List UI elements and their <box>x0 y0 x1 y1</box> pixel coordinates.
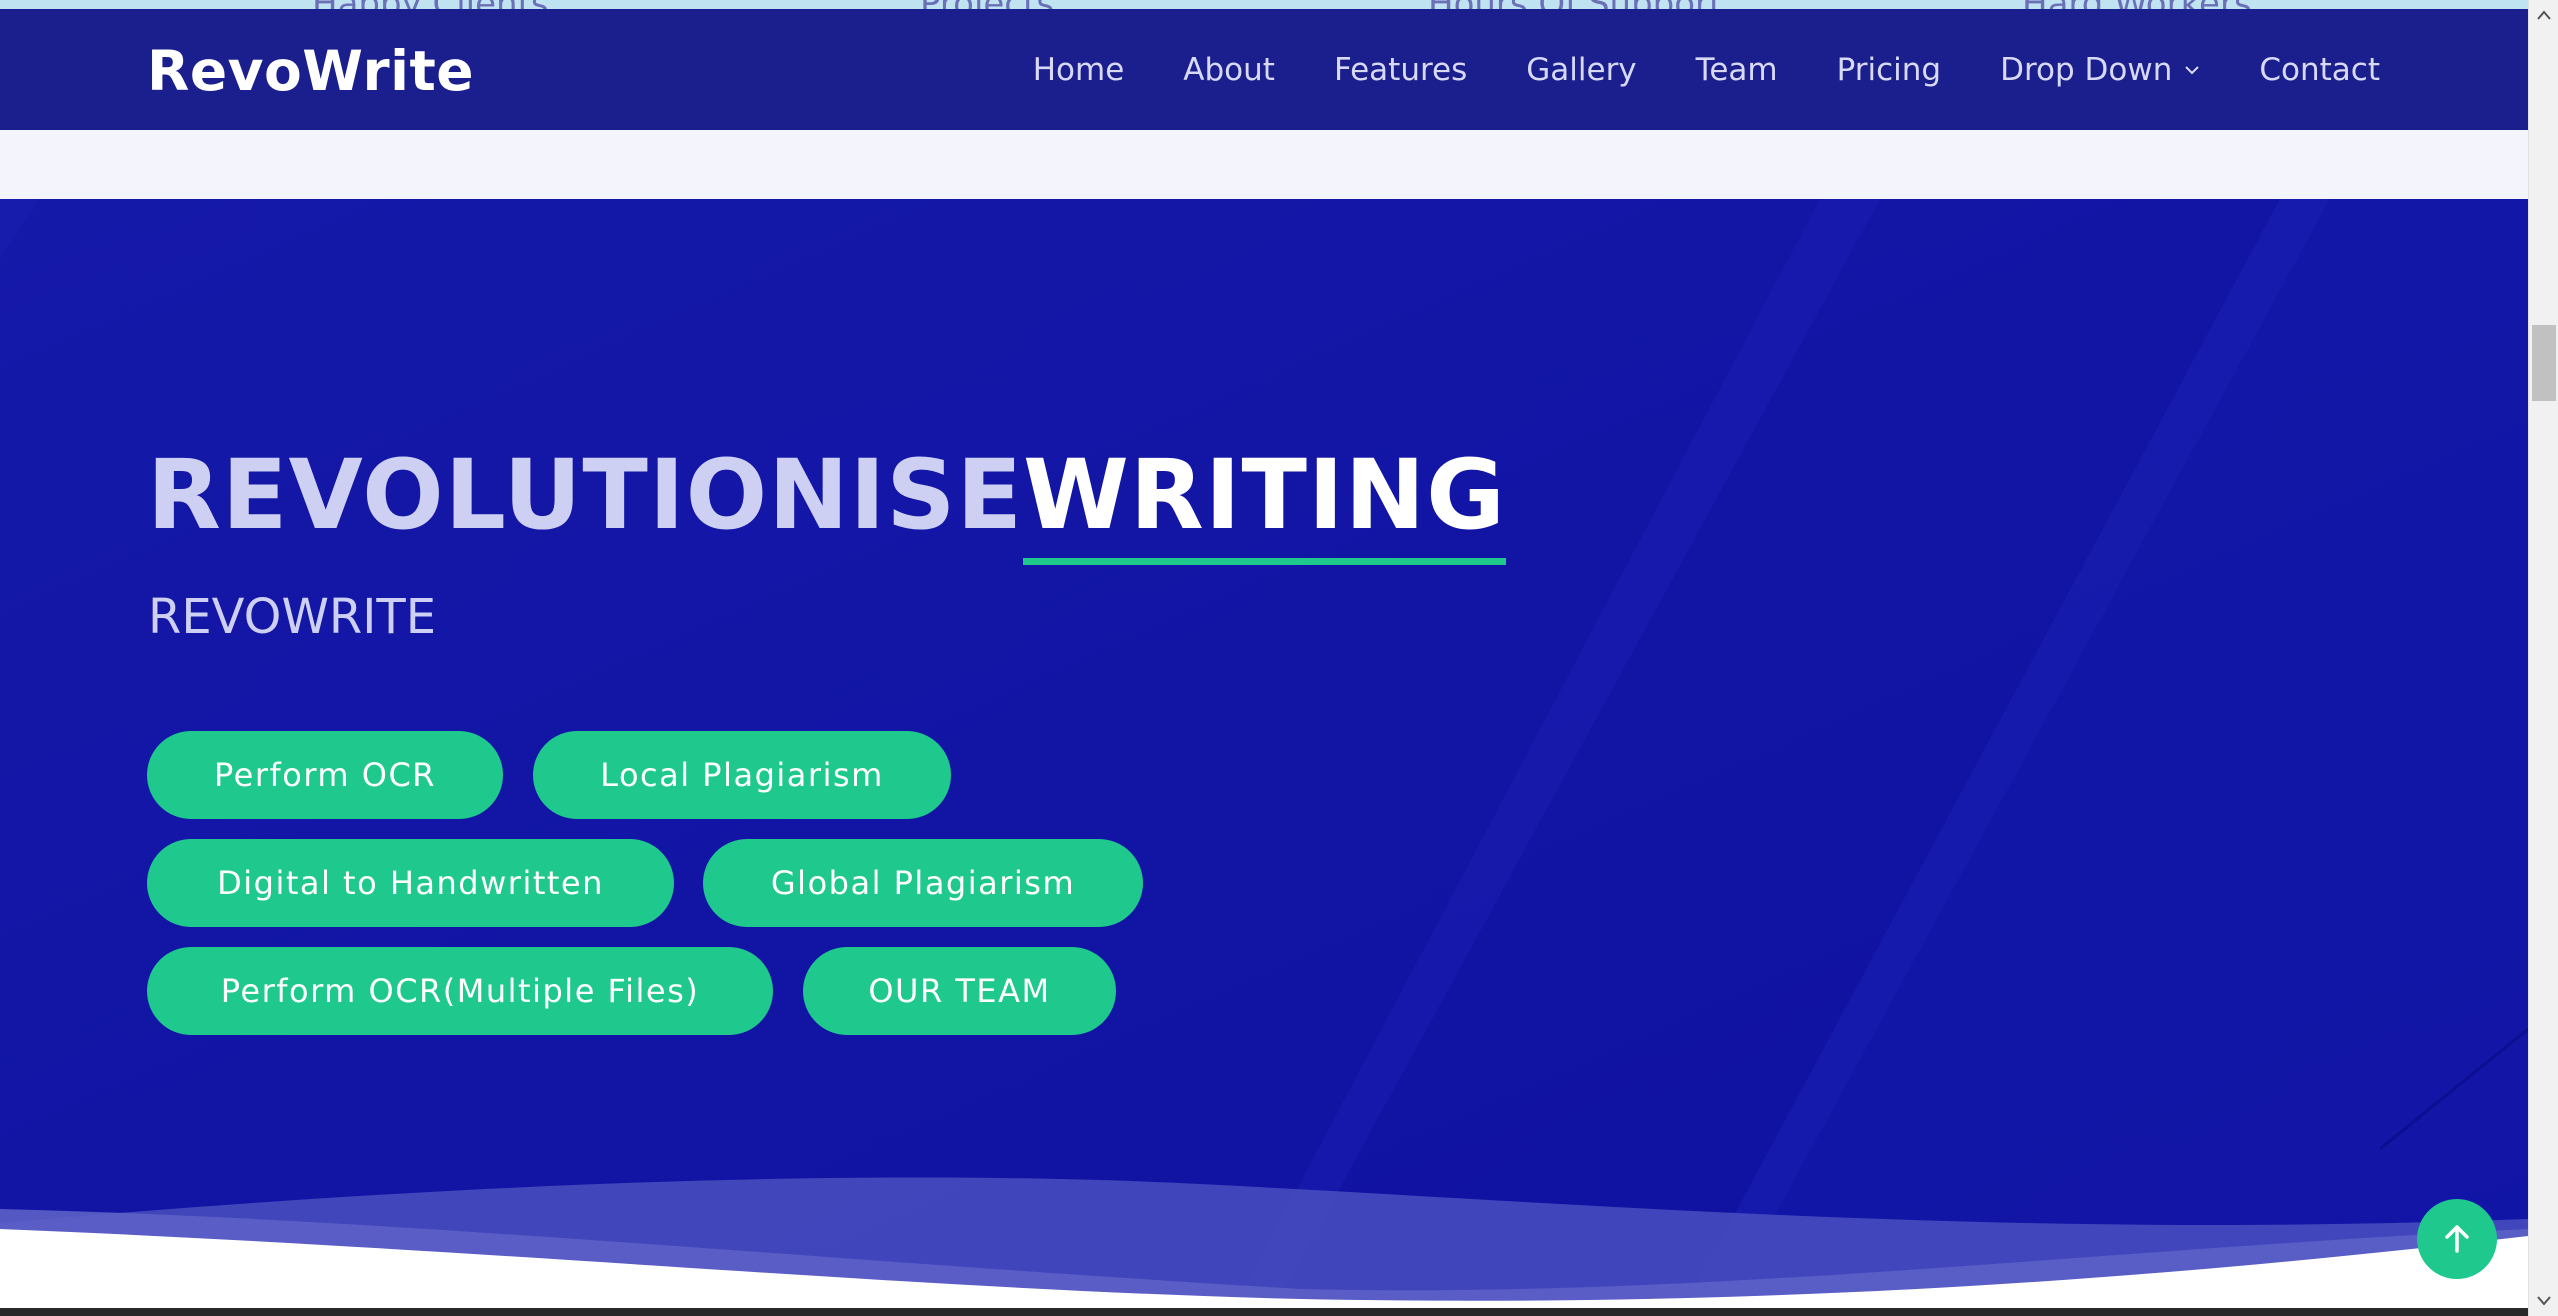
nav-item-label: Team <box>1695 51 1778 88</box>
nav-item-features[interactable]: Features <box>1334 52 1467 88</box>
hero-title-part1: REVOLUTIONISE <box>147 439 1024 551</box>
site-logo[interactable]: RevoWrite <box>147 39 474 103</box>
nav-item-pricing[interactable]: Pricing <box>1837 52 1942 88</box>
hero-title: REVOLUTIONISEWRITING <box>147 439 1506 565</box>
our-team-button[interactable]: OUR TEAM <box>803 947 1116 1035</box>
back-to-top-button[interactable] <box>2417 1199 2497 1279</box>
scroll-up-arrow-icon[interactable] <box>2529 0 2558 30</box>
nav-item-label: Home <box>1032 51 1125 88</box>
nav-item-contact[interactable]: Contact <box>2259 52 2380 88</box>
global-plagiarism-button[interactable]: Global Plagiarism <box>703 839 1143 927</box>
nav-item-gallery[interactable]: Gallery <box>1526 52 1636 88</box>
nav-item-label: Pricing <box>1836 51 1942 88</box>
section-divider-strip <box>0 130 2528 199</box>
page-scrollbar[interactable] <box>2528 0 2558 1316</box>
digital-to-handwritten-button[interactable]: Digital to Handwritten <box>147 839 674 927</box>
nav-item-label: Features <box>1333 51 1468 88</box>
window-bottom-edge <box>0 1308 2528 1316</box>
perform-ocr-button[interactable]: Perform OCR <box>147 731 503 819</box>
nav-item-home[interactable]: Home <box>1033 52 1125 88</box>
site-header: RevoWrite Home About Features Gallery Te… <box>0 9 2528 130</box>
hero-section: REVOLUTIONISEWRITING REVOWRITE Perform O… <box>0 199 2528 1316</box>
nav-item-label: Gallery <box>1526 51 1637 88</box>
scrollbar-thumb[interactable] <box>2532 325 2556 401</box>
main-nav: Home About Features Gallery Team Pricing… <box>1033 9 2380 130</box>
nav-item-team[interactable]: Team <box>1696 52 1778 88</box>
arrow-up-icon <box>2445 1225 2469 1253</box>
chevron-down-icon <box>2185 65 2200 74</box>
nav-item-label: Contact <box>2259 51 2380 88</box>
nav-item-label: Drop Down <box>2000 51 2173 88</box>
perform-ocr-multiple-files-button[interactable]: Perform OCR(Multiple Files) <box>147 947 773 1035</box>
hero-subtitle: REVOWRITE <box>148 589 437 645</box>
page-viewport: Happy Clients Projects Hours Of Support … <box>0 0 2528 1316</box>
nav-item-label: About <box>1183 51 1275 88</box>
scroll-down-arrow-icon[interactable] <box>2529 1286 2558 1316</box>
nav-item-drop-down[interactable]: Drop Down <box>2000 52 2200 88</box>
nav-item-about[interactable]: About <box>1183 52 1275 88</box>
hero-title-part2: WRITING <box>1023 439 1506 565</box>
local-plagiarism-button[interactable]: Local Plagiarism <box>533 731 951 819</box>
